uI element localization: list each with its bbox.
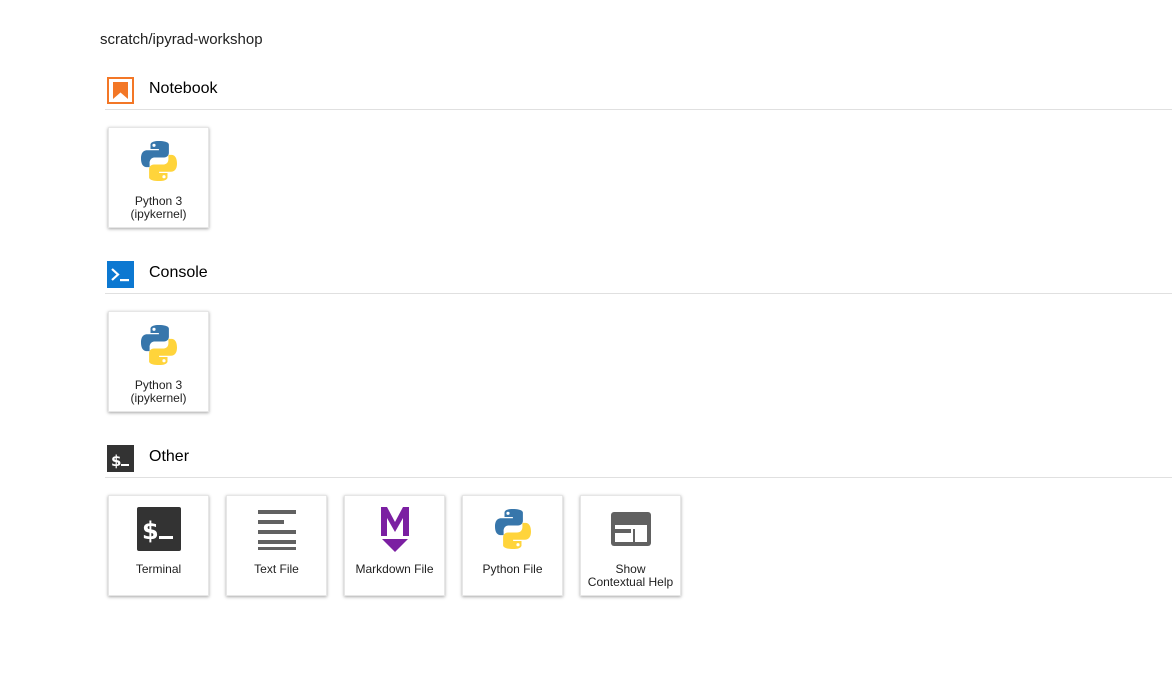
card-label: Python 3 (ipykernel) [130,378,187,405]
python-logo-icon [136,138,182,184]
launcher-card-text-file[interactable]: Text File [226,495,327,596]
markdown-icon [372,506,418,552]
launcher-card-contextual-help[interactable]: Show Contextual Help [580,495,681,596]
launcher-card-notebook-python3[interactable]: Python 3 (ipykernel) [108,127,209,228]
card-label: Terminal [135,562,182,576]
section-title-console: Console [149,264,208,281]
launcher-card-terminal[interactable]: $ Terminal [108,495,209,596]
card-label: Show Contextual Help [587,562,674,589]
notebook-icon [107,77,134,104]
section-header-notebook: Notebook [105,69,1172,110]
section-console: Console Python 3 (ipykernel) [105,253,1172,414]
terminal-section-icon: $ [107,445,134,472]
card-label: Text File [254,562,299,576]
section-header-other: $ Other [105,437,1172,478]
section-title-other: Other [149,448,190,465]
svg-text:$: $ [142,517,159,545]
card-label: Python 3 (ipykernel) [130,194,187,221]
launcher-card-python-file[interactable]: Python File [462,495,563,596]
card-label: Markdown File [355,562,434,576]
terminal-icon: $ [136,506,182,552]
section-header-console: Console [105,253,1172,294]
text-file-icon [254,506,300,552]
section-other: $ Other $ Terminal Text File Markdown Fi… [105,437,1172,598]
python-logo-icon [490,506,536,552]
python-logo-icon [136,322,182,368]
section-notebook: Notebook Python 3 (ipykernel) [105,69,1172,230]
current-directory: scratch/ipyrad-workshop [100,31,263,48]
launcher-card-markdown-file[interactable]: Markdown File [344,495,445,596]
svg-text:$: $ [111,452,121,470]
launcher: scratch/ipyrad-workshop Notebook Python … [0,0,1172,688]
section-title-notebook: Notebook [149,80,218,97]
console-icon [107,261,134,288]
launcher-card-console-python3[interactable]: Python 3 (ipykernel) [108,311,209,412]
contextual-help-icon [608,506,654,552]
card-label: Python File [482,562,543,576]
